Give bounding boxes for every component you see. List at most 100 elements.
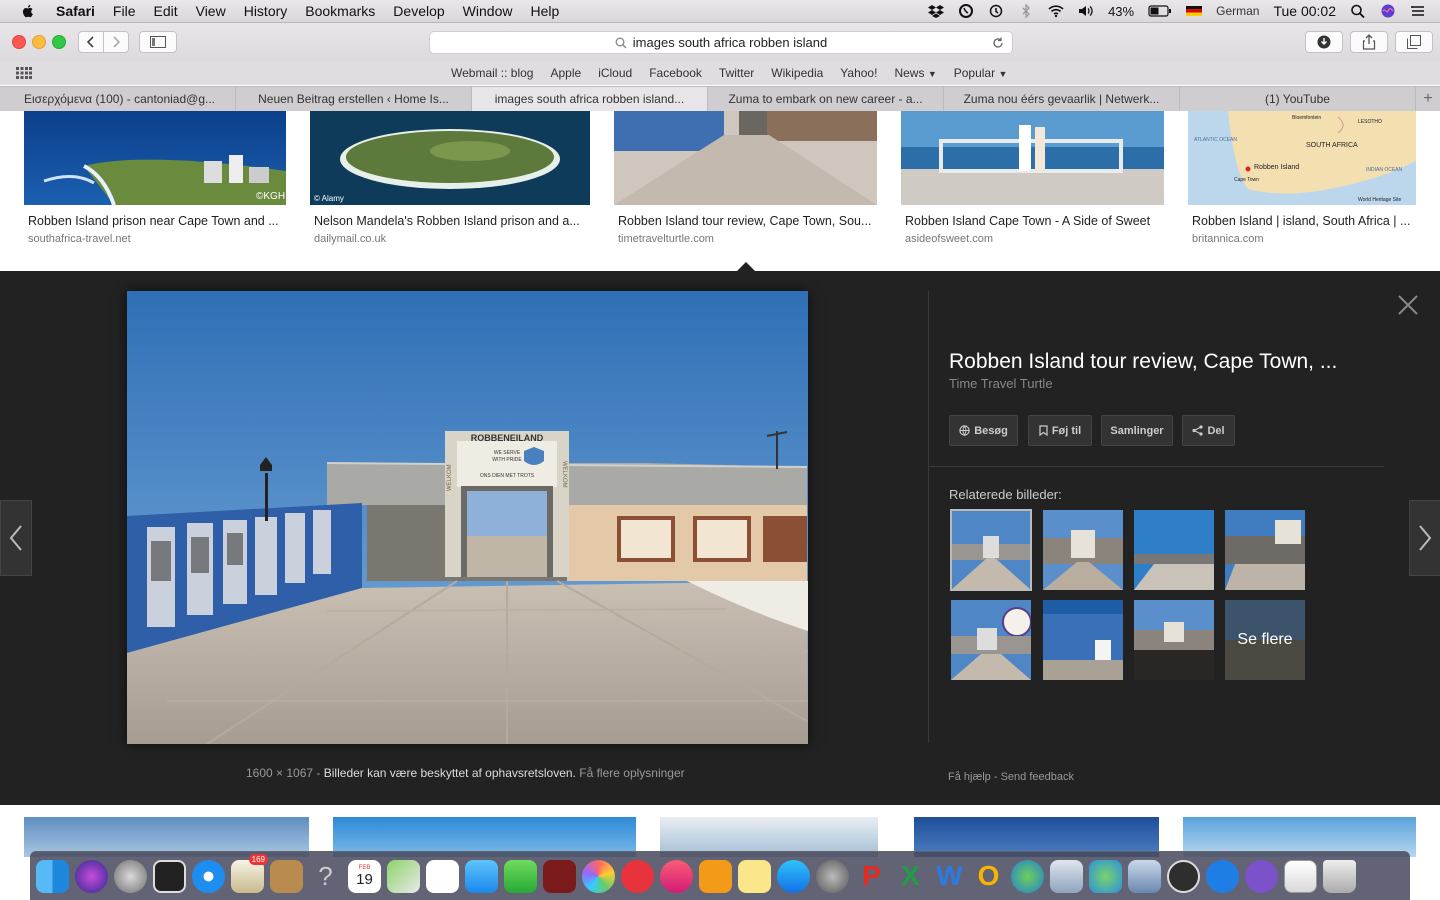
preview-icon[interactable] (1050, 859, 1083, 893)
close-window-button[interactable] (12, 35, 26, 49)
viber-status-icon[interactable] (958, 4, 974, 18)
help-question-icon[interactable]: ? (309, 860, 342, 893)
result-thumbnail[interactable]: ATLANTIC OCEAN SOUTH AFRICA Robben Islan… (1188, 111, 1416, 205)
word-icon[interactable]: W (933, 860, 966, 893)
related-image[interactable] (1043, 600, 1123, 680)
menu-view[interactable]: View (196, 3, 226, 19)
grid-icon[interactable] (16, 67, 32, 79)
music-icon[interactable] (660, 859, 693, 893)
detail-source[interactable]: Time Travel Turtle (949, 376, 1053, 391)
photo-booth-icon[interactable] (543, 859, 576, 893)
menu-history[interactable]: History (244, 3, 288, 19)
more-info-link[interactable]: Få flere oplysninger (579, 766, 684, 780)
calendar-icon[interactable]: FEB 19 (348, 859, 381, 893)
news-icon[interactable] (621, 859, 654, 893)
maps-icon[interactable] (387, 859, 420, 893)
system-preferences-icon[interactable] (816, 859, 849, 893)
spotlight-search-icon[interactable] (1350, 4, 1366, 18)
detail-title[interactable]: Robben Island tour review, Cape Town, ..… (949, 350, 1337, 374)
menu-edit[interactable]: Edit (153, 3, 177, 19)
contacts-icon[interactable] (270, 859, 303, 893)
result-thumbnail[interactable]: © Alamy (310, 111, 590, 205)
tab-overview-button[interactable] (1395, 31, 1433, 53)
tab-zuma-netwerk[interactable]: Zuma nou éérs gevaarlik | Netwerk... (944, 87, 1180, 111)
menu-file[interactable]: File (113, 3, 136, 19)
result-thumbnail-selected[interactable] (614, 111, 877, 205)
favorite-popular-folder[interactable]: Popular ▼ (954, 66, 1008, 80)
result-source[interactable]: dailymail.co.uk (314, 233, 386, 245)
result-title[interactable]: Nelson Mandela's Robben Island prison an… (314, 214, 584, 228)
share-button[interactable] (1350, 31, 1388, 53)
result-source[interactable]: timetravelturtle.com (618, 233, 714, 245)
siri-app-icon[interactable] (75, 859, 108, 893)
result-title[interactable]: Robben Island tour review, Cape Town, So… (618, 214, 873, 228)
activity-monitor-icon[interactable] (153, 859, 186, 893)
related-image[interactable] (1225, 510, 1305, 590)
result-source[interactable]: britannica.com (1192, 233, 1264, 245)
siri-icon[interactable] (1380, 4, 1396, 18)
launchpad-icon[interactable] (114, 859, 147, 893)
battery-icon[interactable] (1148, 4, 1172, 18)
volume-icon[interactable] (1078, 4, 1094, 18)
notification-center-icon[interactable] (1410, 4, 1426, 18)
downloads-button[interactable] (1305, 31, 1343, 53)
document-icon[interactable] (1284, 859, 1317, 893)
favorite-apple[interactable]: Apple (550, 66, 581, 80)
minimize-window-button[interactable] (32, 35, 46, 49)
books-icon[interactable] (699, 859, 732, 893)
get-help-link[interactable]: Få hjælp (948, 771, 991, 783)
airplay-icon[interactable] (1167, 859, 1200, 893)
outlook-icon[interactable]: O (972, 860, 1005, 893)
see-more-related[interactable]: Se flere (1225, 600, 1305, 680)
reminders-icon[interactable] (426, 859, 459, 893)
german-flag-icon[interactable] (1186, 4, 1203, 18)
wifi-icon[interactable] (1048, 4, 1064, 18)
related-image[interactable] (951, 600, 1031, 680)
messages-icon[interactable] (465, 859, 498, 893)
trash-icon[interactable] (1323, 859, 1356, 893)
favorite-wikipedia[interactable]: Wikipedia (771, 66, 823, 80)
main-preview-image[interactable]: ROBBENEILAND WE SERVE WITH PRIDE ONS DIE… (127, 291, 808, 744)
network-globe-icon[interactable] (1011, 859, 1044, 893)
result-source[interactable]: southafrica-travel.net (28, 233, 131, 245)
facetime-icon[interactable] (504, 859, 537, 893)
address-bar[interactable]: images south africa robben island (429, 31, 1013, 54)
tab-mail[interactable]: Εισερχόμενα (100) - cantoniad@g... (0, 87, 236, 111)
related-image[interactable] (1134, 600, 1214, 680)
viber-icon[interactable] (1245, 859, 1278, 893)
tab-zuma-career[interactable]: Zuma to embark on new career - a... (708, 87, 944, 111)
result-title[interactable]: Robben Island Cape Town - A Side of Swee… (905, 214, 1160, 228)
dropbox-icon[interactable] (928, 4, 945, 18)
result-thumbnail[interactable] (901, 111, 1164, 205)
result-title[interactable]: Robben Island | island, South Africa | .… (1192, 214, 1412, 228)
tab-images-search[interactable]: images south africa robben island... (472, 87, 708, 111)
app-store-icon[interactable] (777, 859, 810, 893)
menu-develop[interactable]: Develop (393, 3, 444, 19)
back-button[interactable] (78, 31, 104, 53)
tab-youtube[interactable]: (1) YouTube (1180, 87, 1416, 111)
related-image[interactable] (1043, 510, 1123, 590)
favorite-icloud[interactable]: iCloud (598, 66, 632, 80)
send-feedback-link[interactable]: Send feedback (1001, 771, 1074, 783)
input-source-label[interactable]: German (1216, 4, 1259, 18)
menu-window[interactable]: Window (463, 3, 513, 19)
finder-icon[interactable] (36, 859, 69, 893)
save-to-button[interactable]: Føj til (1028, 415, 1092, 446)
safari-icon[interactable] (192, 859, 225, 893)
previous-image-button[interactable] (0, 500, 32, 576)
related-image[interactable] (1134, 510, 1214, 590)
favorite-yahoo[interactable]: Yahoo! (840, 66, 877, 80)
time-machine-icon[interactable] (988, 4, 1004, 18)
bluetooth-icon[interactable] (1018, 4, 1034, 18)
visit-button[interactable]: Besøg (949, 415, 1018, 446)
forward-button[interactable] (103, 31, 129, 53)
clock[interactable]: Tue 00:02 (1273, 3, 1336, 19)
favorite-webmail[interactable]: Webmail :: blog (451, 66, 533, 80)
favorite-twitter[interactable]: Twitter (719, 66, 754, 80)
menu-help[interactable]: Help (530, 3, 559, 19)
menu-bookmarks[interactable]: Bookmarks (305, 3, 375, 19)
sidebar-button[interactable] (139, 31, 177, 53)
collections-button[interactable]: Samlinger (1101, 415, 1173, 446)
menu-app-name[interactable]: Safari (56, 3, 95, 19)
zoom-window-button[interactable] (52, 35, 66, 49)
